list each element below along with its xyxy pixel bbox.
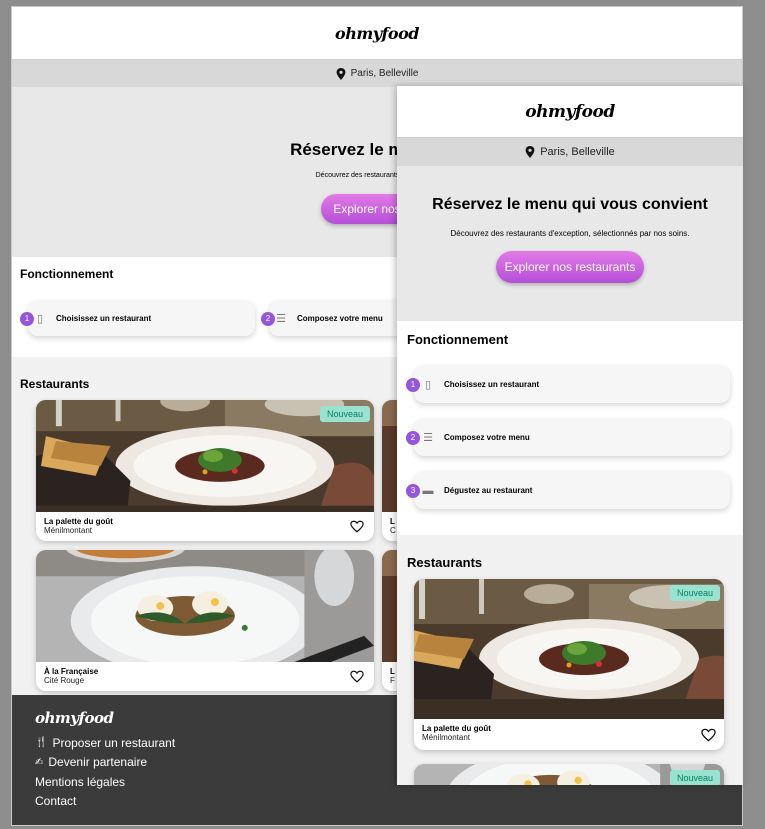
map-pin-icon xyxy=(336,68,346,80)
restaurants-section: Restaurants Nouveau La palette du goût M… xyxy=(397,535,743,785)
heart-icon[interactable] xyxy=(350,520,364,533)
step-label: Choisissez un restaurant xyxy=(444,380,540,389)
step-number: 1 xyxy=(406,377,420,392)
restaurant-name: À la Française xyxy=(44,667,99,676)
restaurant-card-palette[interactable]: Nouveau La palette du goût Ménilmontant xyxy=(414,579,724,750)
site-logo[interactable]: ohmyfood xyxy=(525,102,615,122)
restaurant-card-palette[interactable]: Nouveau La palette du goût Ménilmontant xyxy=(36,400,374,541)
store-icon: ▬ xyxy=(422,484,434,497)
cutlery-icon: 🍴 xyxy=(35,737,48,749)
step-label: Composez votre menu xyxy=(297,314,383,323)
step-number: 2 xyxy=(261,311,275,326)
step-label: Composez votre menu xyxy=(444,433,530,442)
hero-subtitle: Découvrez des restaurants d'exception, s… xyxy=(450,229,690,238)
smartphone-icon: ▯ xyxy=(36,313,44,325)
site-logo[interactable]: ohmyfood xyxy=(335,24,419,43)
handshake-icon: ✍ xyxy=(35,756,44,768)
restaurant-area: Cité Rouge xyxy=(44,676,85,685)
site-header: ohmyfood xyxy=(12,7,742,60)
step-number: 3 xyxy=(406,483,420,498)
smartphone-icon: ▯ xyxy=(424,379,432,391)
map-pin-icon xyxy=(525,146,535,158)
step-number: 2 xyxy=(406,430,420,445)
step-choose-restaurant[interactable]: 1 ▯ Choisissez un restaurant xyxy=(20,301,255,336)
footer-link-label: Proposer un restaurant xyxy=(52,735,176,750)
footer-link-label: Devenir partenaire xyxy=(48,755,148,770)
step-compose-menu[interactable]: 2 ☰ Composez votre menu xyxy=(406,419,730,456)
restaurant-name: La palette du goût xyxy=(422,724,491,733)
step-label: Dégustez au restaurant xyxy=(444,486,533,495)
footer-link-label: Mentions légales xyxy=(35,774,126,789)
footer-link-contact[interactable]: Contact xyxy=(35,792,719,812)
restaurant-photo xyxy=(36,550,374,662)
restaurant-photo: Nouveau xyxy=(414,764,724,785)
restaurant-card-francaise[interactable]: À la Française Cité Rouge xyxy=(36,550,374,691)
new-badge: Nouveau xyxy=(669,770,720,785)
restaurant-area: Ménilmontant xyxy=(422,733,471,742)
heart-icon[interactable] xyxy=(350,670,364,683)
how-it-works-section: Fonctionnement 1 ▯ Choisissez un restaur… xyxy=(397,321,743,535)
step-enjoy-restaurant[interactable]: 3 ▬ Dégustez au restaurant xyxy=(406,472,730,509)
location-text: Paris, Belleville xyxy=(350,68,419,79)
how-it-works-title: Fonctionnement xyxy=(407,332,509,347)
footer-link-label: Contact xyxy=(35,794,77,809)
new-badge: Nouveau xyxy=(669,585,720,601)
new-badge: Nouveau xyxy=(319,406,370,422)
location-text: Paris, Belleville xyxy=(540,146,615,158)
restaurant-photo: Nouveau xyxy=(36,400,374,512)
restaurant-photo: Nouveau xyxy=(414,579,724,719)
list-icon: ☰ xyxy=(276,313,286,325)
list-icon: ☰ xyxy=(423,432,433,444)
location-bar: Paris, Belleville xyxy=(397,138,743,166)
explore-restaurants-button[interactable]: Explorer nos restaurants xyxy=(495,251,645,283)
step-choose-restaurant[interactable]: 1 ▯ Choisissez un restaurant xyxy=(406,366,730,403)
step-label: Choisissez un restaurant xyxy=(56,314,152,323)
hero-title: Réservez le menu qui vous convient xyxy=(432,196,708,213)
step-number: 1 xyxy=(20,311,34,326)
restaurant-name: La palette du goût xyxy=(44,517,113,526)
mobile-page: ohmyfood Paris, Belleville Réservez le m… xyxy=(397,86,743,785)
restaurant-area: Ménilmontant xyxy=(44,526,93,535)
hero-section: Réservez le menu qui vous convient Décou… xyxy=(397,166,743,321)
restaurant-card-next[interactable]: Nouveau xyxy=(414,764,724,785)
heart-icon[interactable] xyxy=(701,728,716,742)
site-header: ohmyfood xyxy=(397,86,743,138)
restaurants-title: Restaurants xyxy=(407,555,483,570)
location-bar: Paris, Belleville xyxy=(12,60,742,87)
